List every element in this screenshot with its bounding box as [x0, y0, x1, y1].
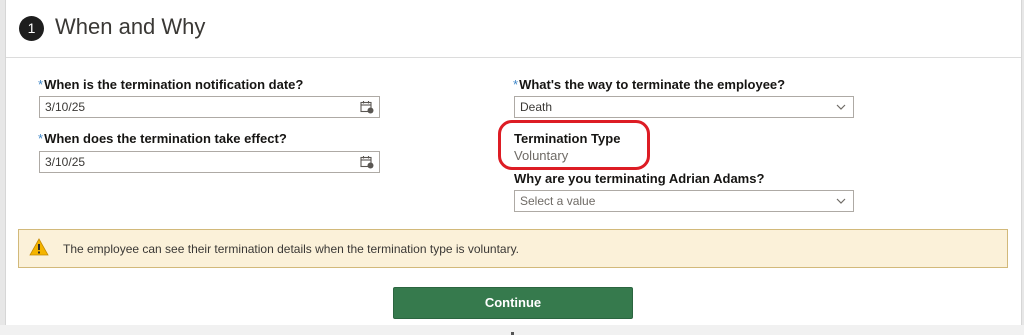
highlight-annotation: [498, 120, 650, 170]
required-marker: *: [38, 131, 44, 146]
chevron-down-icon[interactable]: [836, 102, 846, 112]
reason-label: Why are you terminating Adrian Adams?: [514, 171, 765, 186]
calendar-icon[interactable]: [360, 155, 374, 169]
notification-date-label: *When is the termination notification da…: [38, 77, 303, 92]
notification-date-input[interactable]: 3/10/25: [39, 96, 380, 118]
reason-placeholder: Select a value: [520, 194, 596, 208]
notification-date-value: 3/10/25: [45, 100, 86, 114]
termination-way-label: *What's the way to terminate the employe…: [513, 77, 785, 92]
effective-date-value: 3/10/25: [45, 155, 86, 169]
required-marker: *: [513, 77, 519, 92]
chevron-down-icon[interactable]: [836, 196, 846, 206]
termination-way-value: Death: [520, 100, 553, 114]
termination-way-label-text: What's the way to terminate the employee…: [519, 77, 786, 92]
effective-date-label: *When does the termination take effect?: [38, 131, 287, 146]
when-and-why-section: 1 When and Why *When is the termination …: [5, 0, 1022, 325]
section-title: When and Why: [55, 14, 206, 39]
notification-date-label-text: When is the termination notification dat…: [44, 77, 304, 92]
warning-text: The employee can see their termination d…: [63, 242, 520, 256]
section-header: 1 When and Why: [6, 0, 1021, 58]
effective-date-label-text: When does the termination take effect?: [44, 131, 287, 146]
required-marker: *: [38, 77, 44, 92]
effective-date-input[interactable]: 3/10/25: [39, 151, 380, 173]
continue-button[interactable]: Continue: [393, 287, 633, 319]
reason-select[interactable]: Select a value: [514, 190, 854, 212]
warning-banner: The employee can see their termination d…: [18, 229, 1008, 268]
termination-way-select[interactable]: Death: [514, 96, 854, 118]
warning-icon: [29, 238, 49, 256]
calendar-icon[interactable]: [360, 100, 374, 114]
step-number-badge: 1: [19, 16, 44, 41]
